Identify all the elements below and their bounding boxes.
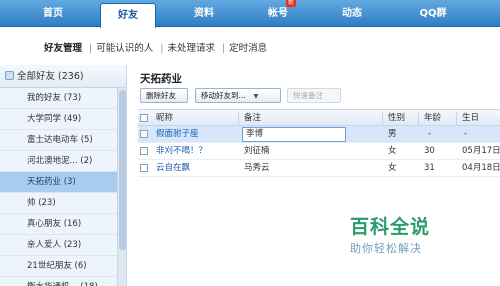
friend-nickname[interactable]: 非刈不喝！？ — [156, 143, 207, 160]
tab-qq-group[interactable]: QQ群 — [398, 0, 468, 27]
chevron-down-icon: ▼ — [253, 93, 259, 100]
friend-gender: 女 — [388, 146, 397, 156]
top-nav: 首页 好友 资料 帐号 新 动态 QQ群 — [0, 0, 500, 28]
friend-remark[interactable]: 刘征楠 — [244, 143, 270, 160]
all-friends-header[interactable]: 全部好友 (236) — [0, 65, 126, 88]
row-checkbox[interactable] — [140, 164, 148, 172]
friend-birthday: - — [464, 129, 468, 139]
group-item[interactable]: 亲人爱人 (23) — [0, 235, 117, 256]
all-friends-label: 全部好友 (236) — [17, 71, 84, 82]
scrollbar-thumb[interactable] — [119, 90, 126, 250]
group-item[interactable]: 富士达电动车 (5) — [0, 130, 117, 151]
new-badge: 新 — [286, 0, 296, 7]
group-item[interactable]: 河北澳地泥... (2) — [0, 151, 117, 172]
sidebar-scrollbar[interactable] — [117, 88, 126, 286]
friend-age: 31 — [424, 163, 435, 173]
move-friend-label: 移动好友到... — [201, 91, 246, 100]
delete-friend-button[interactable]: 删除好友 — [140, 88, 188, 103]
subnav-friend-manage[interactable]: 好友管理 — [44, 43, 82, 54]
remark-input[interactable]: 李博 — [242, 127, 346, 142]
watermark-title: 百科全说 — [350, 216, 431, 238]
group-item[interactable]: 真心朋友 (16) — [0, 214, 117, 235]
friend-birthday: 05月17日 — [462, 146, 500, 156]
watermark-subtitle: 助你轻松解决 — [350, 242, 422, 255]
friend-birthday: 04月18日 — [462, 163, 500, 173]
col-gender[interactable]: 性别 — [388, 110, 405, 127]
friend-age: 30 — [424, 146, 435, 156]
friend-age: - — [428, 129, 432, 139]
watermark-logo: 百科全说 助你轻松解决 — [350, 212, 466, 260]
col-remark[interactable]: 备注 — [244, 110, 261, 127]
group-item[interactable]: 帅 (23) — [0, 193, 117, 214]
row-checkbox[interactable] — [140, 147, 148, 155]
select-all-checkbox[interactable] — [140, 114, 148, 122]
col-birthday[interactable]: 生日 — [462, 110, 479, 127]
group-item[interactable]: 我的好友 (73) — [0, 88, 117, 109]
tab-friends[interactable]: 好友 — [100, 3, 156, 28]
col-age[interactable]: 年龄 — [424, 110, 441, 127]
subnav-pending-requests[interactable]: 未处理请求 — [167, 43, 215, 54]
quick-remark-button[interactable]: 快速备注 — [287, 88, 341, 103]
quick-remark-label: 快速备注 — [293, 91, 323, 100]
friend-table: 昵称 备注 性别 年龄 生日 假面驸子座 李博 男 - - 非刈不喝！？ 刘征楠… — [138, 109, 500, 177]
table-row[interactable]: 假面驸子座 李博 男 - - — [138, 126, 500, 143]
row-checkbox[interactable] — [140, 130, 148, 138]
group-list: 我的好友 (73) 大学同学 (49) 富士达电动车 (5) 河北澳地泥... … — [0, 88, 117, 286]
group-item[interactable]: 21世纪朋友 (6) — [0, 256, 117, 277]
table-row[interactable]: 非刈不喝！？ 刘征楠 女 30 05月17日 — [138, 143, 500, 160]
friend-gender: 男 — [388, 129, 397, 139]
tab-home[interactable]: 首页 — [20, 0, 86, 27]
group-item[interactable]: 大学同学 (49) — [0, 109, 117, 130]
tab-account[interactable]: 帐号 — [250, 0, 306, 27]
group-item[interactable]: 衡水华通机... (18) — [0, 277, 117, 286]
subnav-scheduled-messages[interactable]: 定时消息 — [229, 43, 267, 54]
sub-nav: 好友管理 | 可能认识的人 | 未处理请求 | 定时消息 — [44, 43, 268, 54]
tab-feed[interactable]: 动态 — [324, 0, 380, 27]
table-header: 昵称 备注 性别 年龄 生日 — [138, 109, 500, 126]
friend-remark[interactable]: 马秀云 — [244, 160, 270, 177]
tab-profile[interactable]: 资料 — [176, 0, 232, 27]
col-nickname[interactable]: 昵称 — [156, 110, 173, 127]
group-item-selected[interactable]: 天拓药业 (3) — [0, 172, 117, 193]
move-friend-select[interactable]: 移动好友到... ▼ — [195, 88, 281, 103]
group-title: 天拓药业 — [140, 73, 182, 85]
friend-nickname[interactable]: 假面驸子座 — [156, 126, 199, 143]
group-icon — [5, 71, 14, 80]
friend-gender: 女 — [388, 163, 397, 173]
group-sidebar: 全部好友 (236) 我的好友 (73) 大学同学 (49) 富士达电动车 (5… — [0, 65, 127, 286]
friend-nickname[interactable]: 云自在飘 — [156, 160, 190, 177]
subnav-may-know[interactable]: 可能认识的人 — [96, 43, 153, 54]
table-row[interactable]: 云自在飘 马秀云 女 31 04月18日 — [138, 160, 500, 177]
